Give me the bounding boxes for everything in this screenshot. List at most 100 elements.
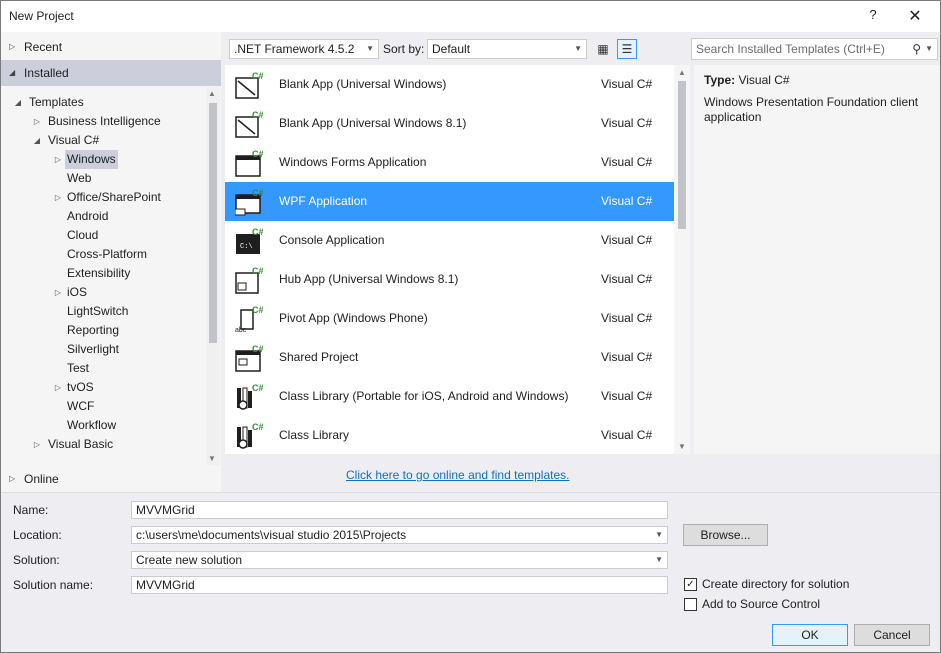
blank-app-icon: C# xyxy=(235,110,263,138)
svg-text:C#: C# xyxy=(252,383,263,393)
tree-item-reporting[interactable]: Reporting xyxy=(67,321,119,340)
sort-by-label: Sort by: xyxy=(383,42,425,56)
sort-dropdown[interactable]: Default ▼ xyxy=(427,39,587,59)
checkmark-icon[interactable]: ✓ xyxy=(684,578,697,591)
tree-item-wcf[interactable]: WCF xyxy=(67,397,94,416)
template-row[interactable]: C# Blank App (Universal Windows) Visual … xyxy=(225,65,675,104)
template-row-selected[interactable]: C# WPF Application Visual C# xyxy=(225,182,675,221)
recent-label: Recent xyxy=(24,40,63,54)
expand-arrow-icon[interactable]: ▷ xyxy=(53,378,63,397)
solution-name-field[interactable]: MVVMGrid xyxy=(131,576,668,594)
expand-arrow-icon[interactable]: ▷ xyxy=(32,435,42,454)
expand-arrow-icon[interactable]: ▷ xyxy=(53,150,63,169)
tree-item-cloud[interactable]: Cloud xyxy=(67,226,98,245)
close-button[interactable]: ✕ xyxy=(905,6,925,26)
template-description: Windows Presentation Foundation client a… xyxy=(704,95,919,124)
framework-dropdown[interactable]: .NET Framework 4.5.2 ▼ xyxy=(229,39,379,59)
location-label: Location: xyxy=(13,528,62,542)
chevron-down-icon[interactable]: ▼ xyxy=(655,527,663,543)
template-row[interactable]: C# Blank App (Universal Windows 8.1) Vis… xyxy=(225,104,675,143)
template-list: C# Blank App (Universal Windows) Visual … xyxy=(225,65,690,454)
svg-text:C#: C# xyxy=(252,422,263,432)
solution-dropdown[interactable]: Create new solution ▼ xyxy=(131,551,668,569)
template-row[interactable]: C# Windows Forms Application Visual C# xyxy=(225,143,675,182)
shared-project-icon: C# xyxy=(235,344,263,372)
template-list-scrollbar[interactable]: ▲ ▼ xyxy=(674,65,690,454)
tree-item-extensibility[interactable]: Extensibility xyxy=(67,264,130,283)
class-library-icon: C# xyxy=(237,422,263,449)
tree-scrollbar[interactable]: ▲ ▼ xyxy=(206,87,220,465)
list-view-button[interactable]: ☰ xyxy=(617,39,637,59)
new-project-dialog: New Project ? ✕ ▷ Recent ◢ Installed ◢ T… xyxy=(0,0,941,653)
tree-item-web[interactable]: Web xyxy=(67,169,91,188)
wpf-icon: C# xyxy=(235,188,263,216)
scroll-up-icon[interactable]: ▲ xyxy=(678,68,686,77)
scroll-down-icon[interactable]: ▼ xyxy=(678,442,686,451)
recent-section[interactable]: ▷ Recent xyxy=(1,34,221,60)
search-templates-input[interactable]: Search Installed Templates (Ctrl+E) ⚲ ▼ xyxy=(691,38,938,60)
solution-name-label: Solution name: xyxy=(13,578,94,592)
svg-text:C#: C# xyxy=(252,110,263,120)
expand-arrow-icon[interactable]: ▷ xyxy=(32,112,42,131)
svg-text:abc: abc xyxy=(235,327,247,333)
template-row[interactable]: C# Class Library (Portable for iOS, Andr… xyxy=(225,377,675,416)
cancel-button[interactable]: Cancel xyxy=(854,624,930,646)
title-bar: New Project ? ✕ xyxy=(1,1,940,32)
svg-text:C#: C# xyxy=(252,149,263,159)
template-row[interactable]: C# Hub App (Universal Windows 8.1) Visua… xyxy=(225,260,675,299)
pivot-app-icon: abc C# xyxy=(235,305,263,333)
chevron-down-icon: ▼ xyxy=(366,44,374,53)
tree-item-workflow[interactable]: Workflow xyxy=(67,416,116,435)
collapse-arrow-icon[interactable]: ◢ xyxy=(32,131,42,150)
collapse-arrow-icon[interactable]: ◢ xyxy=(9,60,15,86)
window-title: New Project xyxy=(9,9,74,23)
name-field[interactable]: MVVMGrid xyxy=(131,501,668,519)
expand-arrow-icon[interactable]: ▷ xyxy=(53,283,63,302)
template-type: Type: Visual C# xyxy=(704,73,790,87)
project-details-form: Name: MVVMGrid Location: c:\users\me\doc… xyxy=(1,492,940,652)
template-row[interactable]: C:\ C# Console Application Visual C# xyxy=(225,221,675,260)
installed-label: Installed xyxy=(24,66,69,80)
scrollbar-thumb[interactable] xyxy=(209,103,217,343)
location-field[interactable]: c:\users\me\documents\visual studio 2015… xyxy=(131,526,668,544)
svg-text:C#: C# xyxy=(252,188,263,198)
tree-item-cross-platform[interactable]: Cross-Platform xyxy=(67,245,147,264)
chevron-down-icon[interactable]: ▼ xyxy=(925,39,933,59)
scroll-up-icon[interactable]: ▲ xyxy=(208,89,216,98)
online-label: Online xyxy=(24,472,59,486)
expand-arrow-icon[interactable]: ▷ xyxy=(9,34,15,60)
hub-app-icon: C# xyxy=(235,266,263,294)
collapse-arrow-icon[interactable]: ◢ xyxy=(13,93,23,112)
online-templates-link[interactable]: Click here to go online and find templat… xyxy=(346,468,569,482)
winforms-icon: C# xyxy=(235,149,263,177)
tree-item-silverlight[interactable]: Silverlight xyxy=(67,340,119,359)
installed-section[interactable]: ◢ Installed xyxy=(1,60,221,86)
template-navigation-pane: ▷ Recent ◢ Installed ◢ Templates ▷ Busin… xyxy=(1,32,221,492)
name-label: Name: xyxy=(13,503,49,517)
search-icon[interactable]: ⚲ xyxy=(912,39,921,59)
tree-item-test[interactable]: Test xyxy=(67,359,89,378)
svg-text:C#: C# xyxy=(252,227,263,237)
chevron-down-icon: ▼ xyxy=(574,44,582,53)
tree-item-lightswitch[interactable]: LightSwitch xyxy=(67,302,128,321)
browse-button[interactable]: Browse... xyxy=(683,524,768,546)
list-view-icon: ☰ xyxy=(621,42,633,56)
template-row[interactable]: abc C# Pivot App (Windows Phone) Visual … xyxy=(225,299,675,338)
template-row[interactable]: C# Class Library Visual C# xyxy=(225,416,675,454)
help-button[interactable]: ? xyxy=(863,7,883,27)
grid-view-icon: ▦ xyxy=(597,42,609,56)
tree-item-android[interactable]: Android xyxy=(67,207,108,226)
expand-arrow-icon[interactable]: ▷ xyxy=(9,466,15,492)
svg-text:C:\: C:\ xyxy=(240,243,253,251)
console-icon: C:\ C# xyxy=(236,227,263,254)
scrollbar-thumb[interactable] xyxy=(678,81,686,229)
chevron-down-icon[interactable]: ▼ xyxy=(655,552,663,568)
solution-label: Solution: xyxy=(13,553,60,567)
ok-button[interactable]: OK xyxy=(772,624,848,646)
template-row[interactable]: C# Shared Project Visual C# xyxy=(225,338,675,377)
online-section[interactable]: ▷ Online xyxy=(1,466,221,492)
svg-text:C#: C# xyxy=(252,344,263,354)
small-icons-view-button[interactable]: ▦ xyxy=(593,39,613,59)
scroll-down-icon[interactable]: ▼ xyxy=(208,454,216,463)
expand-arrow-icon[interactable]: ▷ xyxy=(53,188,63,207)
